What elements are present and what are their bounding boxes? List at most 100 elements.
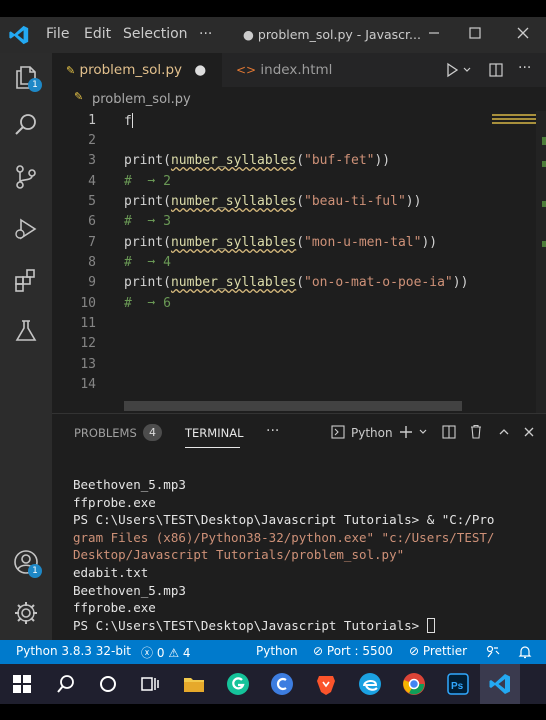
menu-file[interactable]: File xyxy=(46,26,69,42)
more-actions-icon[interactable]: ··· xyxy=(518,60,531,76)
terminal-cursor xyxy=(426,617,435,633)
edge-browser-icon[interactable] xyxy=(358,672,382,696)
code-comment: # ➞ 3 xyxy=(124,214,171,229)
accounts-badge: 1 xyxy=(28,564,42,578)
code-comment: # ➞ 4 xyxy=(124,255,171,270)
live-server-port[interactable]: ⊘ Port : 5500 xyxy=(313,644,393,658)
source-control-icon[interactable] xyxy=(12,163,40,191)
terminal-line: gram Files (x86)/Python38-32/python.exe"… xyxy=(73,529,543,547)
split-terminal-icon[interactable] xyxy=(442,425,456,439)
minimize-button[interactable] xyxy=(422,23,446,47)
code-token: print( xyxy=(124,235,171,250)
prettier-check-icon: ⊘ xyxy=(409,644,420,658)
line-number: 9 xyxy=(88,275,96,290)
menu-edit[interactable]: Edit xyxy=(84,26,111,42)
code-token: )) xyxy=(374,153,391,168)
tab-problems[interactable]: PROBLEMS xyxy=(74,426,137,440)
error-count: 0 xyxy=(156,646,165,660)
chevron-down-icon[interactable] xyxy=(418,427,428,437)
grammarly-icon[interactable] xyxy=(226,672,250,696)
search-icon[interactable] xyxy=(12,111,40,139)
new-terminal-plus-icon[interactable] xyxy=(398,424,414,440)
terminal-icon xyxy=(331,425,345,439)
unsaved-dot-icon[interactable]: ● xyxy=(194,62,206,78)
string-literal: "on-o-mat-o-poe-ia" xyxy=(304,275,453,290)
close-window-button[interactable] xyxy=(511,23,535,47)
windows-start-icon[interactable] xyxy=(10,672,34,696)
prettier-label: Prettier xyxy=(422,644,468,658)
trash-icon[interactable] xyxy=(469,424,483,439)
file-explorer-icon[interactable] xyxy=(182,672,206,696)
line-number: 11 xyxy=(80,316,96,331)
terminal-line: PS C:\Users\TEST\Desktop\Javascript Tuto… xyxy=(73,617,543,635)
breadcrumb-file[interactable]: problem_sol.py xyxy=(92,92,191,107)
python-interpreter[interactable]: Python 3.8.3 32-bit xyxy=(16,644,131,658)
testing-flask-icon[interactable] xyxy=(12,317,40,345)
extensions-icon[interactable] xyxy=(12,267,40,295)
terminal-line: Beethoven_5.mp3 xyxy=(73,582,186,598)
code-token: print( xyxy=(124,194,171,209)
explorer-badge: 1 xyxy=(28,78,42,92)
problems-count-badge: 4 xyxy=(143,424,162,441)
split-editor-icon[interactable] xyxy=(488,62,504,78)
vscode-taskbar-icon[interactable] xyxy=(488,672,512,696)
run-file-icon[interactable] xyxy=(444,62,460,78)
horizontal-scrollbar[interactable] xyxy=(124,401,462,411)
chevron-down-icon[interactable] xyxy=(462,65,472,75)
breadcrumb: ✎ problem_sol.py xyxy=(52,87,546,111)
line-number: 5 xyxy=(88,194,96,209)
line-number: 7 xyxy=(88,235,96,250)
maximize-icon xyxy=(469,27,481,39)
text-cursor xyxy=(131,113,133,128)
terminal-line: edabit.txt xyxy=(73,564,149,580)
language-mode[interactable]: Python xyxy=(256,644,298,658)
bottom-black-band xyxy=(0,704,546,720)
function-name: number_syllables xyxy=(170,194,297,209)
problems-status[interactable]: ⓧ 0 ⚠ 4 xyxy=(141,644,191,661)
feedback-icon[interactable] xyxy=(485,644,501,660)
line-number: 14 xyxy=(80,377,96,392)
panel-tab-bar: PROBLEMS 4 TERMINAL ··· Python xyxy=(52,414,546,450)
settings-gear-icon[interactable] xyxy=(12,599,40,627)
maximize-button[interactable] xyxy=(463,23,487,47)
close-panel-icon[interactable] xyxy=(522,425,536,439)
cortana-icon[interactable] xyxy=(96,672,120,696)
taskbar-search-icon[interactable] xyxy=(54,672,78,696)
task-view-icon[interactable] xyxy=(138,672,162,696)
vertical-scrollbar[interactable] xyxy=(536,111,546,413)
terminal-output[interactable]: Beethoven_5.mp3 ffprobe.exe PS C:\Users\TE… xyxy=(73,476,543,634)
cortex-app-icon[interactable] xyxy=(270,672,294,696)
tab-terminal[interactable]: TERMINAL xyxy=(185,426,243,440)
menu-selection[interactable]: Selection xyxy=(123,26,188,42)
photoshop-icon[interactable]: Ps xyxy=(446,672,470,696)
python-file-icon: ✎ xyxy=(74,90,84,103)
brave-browser-icon[interactable] xyxy=(314,672,338,696)
maximize-panel-chevron-up-icon[interactable] xyxy=(497,425,511,439)
function-name: number_syllables xyxy=(170,153,297,168)
terminal-text: Desktop/Javascript Tutorials/problem_sol… xyxy=(73,547,405,563)
tab-problem-sol[interactable]: ✎ problem_sol.py ● xyxy=(52,53,222,87)
panel-more-icon[interactable]: ··· xyxy=(266,423,279,439)
terminal-shell-label[interactable]: Python xyxy=(351,426,393,440)
function-name: number_syllables xyxy=(170,235,297,250)
terminal-text: PS C:\Users\TEST\Desktop\Javascript Tuto… xyxy=(73,512,495,528)
activity-bar: 1 1 xyxy=(0,53,52,640)
prettier-status[interactable]: ⊘ Prettier xyxy=(409,644,467,658)
minimap[interactable] xyxy=(492,114,536,126)
line-number: 6 xyxy=(88,214,96,229)
code-line: print(number_syllables("on-o-mat-o-poe-i… xyxy=(124,275,468,290)
menu-more[interactable]: ··· xyxy=(199,26,212,42)
port-label: Port : 5500 xyxy=(326,644,393,658)
tab-index-html[interactable]: <> index.html xyxy=(222,53,356,87)
chrome-browser-icon[interactable] xyxy=(402,672,426,696)
code-editor[interactable]: 1 2 3 4 5 6 7 8 9 10 11 12 13 14 f print… xyxy=(52,111,546,413)
line-number: 10 xyxy=(80,296,96,311)
notifications-bell-icon[interactable] xyxy=(517,644,533,660)
function-name: number_syllables xyxy=(170,275,297,290)
terminal-line: Beethoven_5.mp3 xyxy=(73,477,186,492)
line-number: 1 xyxy=(88,113,96,128)
title-bar: File Edit Selection ··· ● problem_sol.py… xyxy=(0,17,546,53)
terminal-line: PS C:\Users\TEST\Desktop\Javascript Tuto… xyxy=(73,511,543,529)
string-literal: "mon-u-men-tal" xyxy=(304,235,422,250)
run-debug-icon[interactable] xyxy=(12,215,40,243)
